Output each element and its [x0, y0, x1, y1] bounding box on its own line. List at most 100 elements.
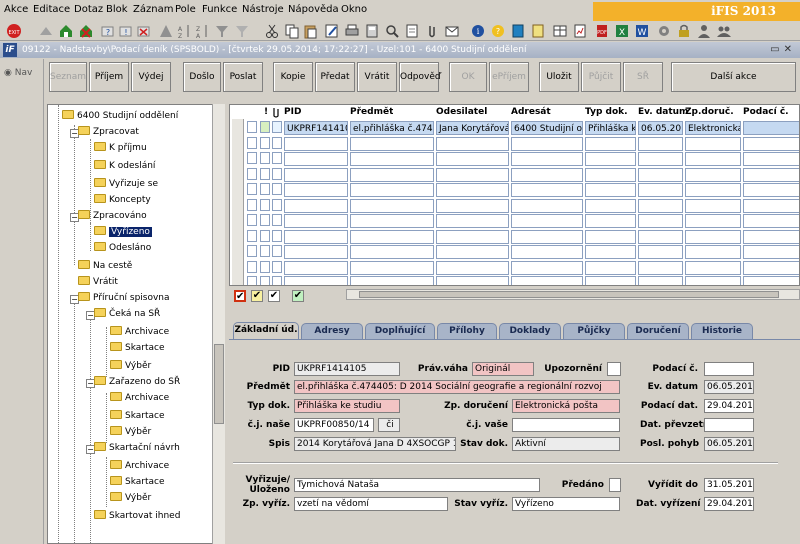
mail-icon[interactable]: [444, 23, 460, 39]
empty-cell[interactable]: [350, 198, 434, 213]
vratit-button[interactable]: Vrátit: [357, 62, 397, 92]
group-icon[interactable]: [716, 23, 732, 39]
empty-cell[interactable]: [436, 152, 509, 166]
query-run-icon[interactable]: !: [118, 23, 134, 39]
tab-pujcky[interactable]: Půjčky: [563, 323, 625, 339]
empty-cell[interactable]: [350, 229, 434, 244]
empty-cell[interactable]: [247, 260, 257, 273]
tree-node[interactable]: Zpracováno: [78, 209, 147, 223]
empty-cell[interactable]: [436, 229, 509, 244]
info-icon[interactable]: i: [470, 23, 486, 39]
empty-cell[interactable]: [638, 198, 683, 213]
empty-cell[interactable]: [272, 276, 282, 285]
book-icon[interactable]: [510, 23, 526, 39]
empty-cell[interactable]: [585, 167, 636, 182]
typ-field[interactable]: Přihláška ke studiu: [294, 399, 400, 413]
col-header-odesilatel[interactable]: Odesilatel: [436, 105, 487, 119]
empty-cell[interactable]: [436, 136, 509, 151]
empty-cell[interactable]: [685, 152, 741, 166]
empty-cell[interactable]: [436, 276, 509, 285]
pdf-icon[interactable]: PDF: [594, 23, 610, 39]
empty-cell[interactable]: [638, 276, 683, 285]
empty-cell[interactable]: [350, 245, 434, 259]
empty-cell[interactable]: [743, 214, 799, 228]
col-header-predmet[interactable]: Předmět: [350, 105, 393, 119]
row-checkbox[interactable]: [247, 121, 257, 133]
menu-funkce[interactable]: Funkce: [202, 4, 237, 15]
empty-cell[interactable]: [638, 260, 683, 275]
print-icon[interactable]: [344, 23, 360, 39]
cell-predmet[interactable]: el.přihláška č.474405: D 2014: [350, 121, 434, 135]
cell-odesilatel[interactable]: Jana Korytářová: [436, 121, 509, 135]
tree-node[interactable]: Výběr: [110, 425, 151, 439]
tree-node[interactable]: Skartace: [110, 475, 165, 489]
filter-checkbox-white[interactable]: ✔: [268, 290, 280, 302]
help-icon[interactable]: ?: [490, 23, 506, 39]
tab-doplnujici[interactable]: Doplňující úd.: [365, 323, 435, 351]
sort-za-icon[interactable]: ZA: [194, 23, 210, 39]
empty-cell[interactable]: [247, 167, 257, 180]
empty-cell[interactable]: [685, 260, 741, 275]
empty-cell[interactable]: [511, 245, 583, 259]
empty-cell[interactable]: [638, 229, 683, 244]
predano-checkbox[interactable]: [609, 478, 621, 492]
upozorneni-checkbox[interactable]: [607, 362, 621, 376]
menu-pole[interactable]: Pole: [175, 4, 196, 15]
empty-cell[interactable]: [350, 167, 434, 182]
empty-cell[interactable]: [272, 245, 282, 257]
dalsi-akce-button[interactable]: Další akce: [671, 62, 796, 92]
tree-node[interactable]: Skartace: [110, 341, 165, 355]
cell-pid[interactable]: UKPRF1414105: [284, 121, 348, 135]
empty-cell[interactable]: [685, 136, 741, 151]
empty-cell[interactable]: [284, 260, 348, 275]
menu-akce[interactable]: Akce: [4, 4, 28, 15]
empty-cell[interactable]: [272, 214, 282, 226]
empty-cell[interactable]: [272, 260, 282, 273]
tree-node[interactable]: Archivace: [110, 391, 169, 405]
empty-cell[interactable]: [247, 198, 257, 211]
tab-doklady[interactable]: Doklady: [499, 323, 561, 339]
search-icon[interactable]: [384, 23, 400, 39]
empty-cell[interactable]: [284, 136, 348, 151]
menu-editace[interactable]: Editace: [33, 4, 70, 15]
ci-button[interactable]: či: [378, 418, 400, 432]
predmet-field[interactable]: el.přihláška č.474405: D 2014 Sociální g…: [294, 380, 620, 394]
cut-icon[interactable]: [264, 23, 280, 39]
datvyrizeni-field[interactable]: 29.04.2014: [704, 497, 754, 511]
tree-node[interactable]: Skartační návrh: [94, 441, 180, 455]
empty-cell[interactable]: [272, 183, 282, 195]
empty-cell[interactable]: [511, 276, 583, 285]
sr-button[interactable]: SŘ: [623, 62, 663, 92]
zpvyriz-field[interactable]: vzetí na vědomí: [294, 497, 448, 511]
nav-toggle[interactable]: ◉ Nav: [4, 68, 32, 78]
empty-cell[interactable]: [260, 260, 270, 273]
empty-cell[interactable]: [284, 214, 348, 228]
filter-off-icon[interactable]: [234, 23, 250, 39]
edit-icon[interactable]: [324, 23, 340, 39]
cell-typ[interactable]: Přihláška ke studiu: [585, 121, 636, 135]
cjnase-field[interactable]: UKPRF00850/14: [294, 418, 374, 432]
empty-cell[interactable]: [260, 167, 270, 180]
empty-cell[interactable]: [685, 276, 741, 285]
empty-cell[interactable]: [685, 229, 741, 244]
vyrizuje-field[interactable]: Tymichová Nataša: [294, 478, 540, 492]
empty-cell[interactable]: [247, 214, 257, 226]
empty-cell[interactable]: [284, 198, 348, 213]
stavvyriz-field[interactable]: Vyřízeno: [512, 497, 620, 511]
word-icon[interactable]: W: [634, 23, 650, 39]
menu-blok[interactable]: Blok: [106, 4, 128, 15]
grid-horizontal-scrollbar[interactable]: [346, 289, 800, 300]
eprijem-button[interactable]: ePříjem: [489, 62, 529, 92]
empty-cell[interactable]: [436, 198, 509, 213]
stavdok-field[interactable]: Aktivní: [512, 437, 620, 451]
empty-cell[interactable]: [260, 136, 270, 149]
col-header-evdatum[interactable]: Ev. datum: [638, 105, 688, 119]
tree-node[interactable]: Skartovat ihned: [94, 509, 180, 523]
empty-cell[interactable]: [743, 152, 799, 166]
col-header-pid[interactable]: PID: [284, 105, 301, 119]
ok-button[interactable]: OK: [449, 62, 487, 92]
calculator-icon[interactable]: [364, 23, 380, 39]
pujcit-button[interactable]: Půjčit: [581, 62, 621, 92]
odpoved-button[interactable]: Odpověď: [399, 62, 441, 92]
vyriditdo-field[interactable]: 31.05.2014: [704, 478, 754, 492]
